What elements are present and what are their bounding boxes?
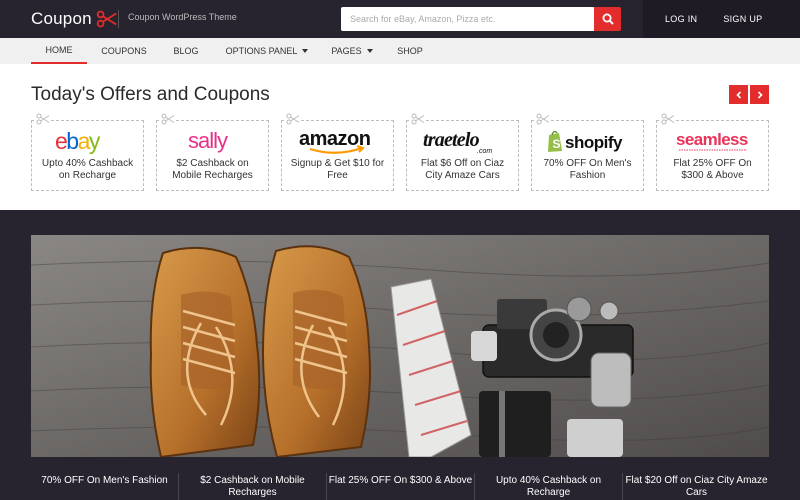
svg-text:shopify: shopify: [565, 133, 623, 152]
strip-offer[interactable]: Upto 40% Cashback on Recharge: [475, 471, 622, 500]
sally-logo: sally: [157, 125, 268, 157]
svg-text:seamless: seamless: [676, 130, 748, 149]
chevron-right-icon: [757, 90, 763, 99]
hero-banner-image: [31, 235, 769, 457]
nav-blog[interactable]: BLOG: [166, 38, 206, 64]
coupon-card[interactable]: S shopify 70% OFF On Men's Fashion: [531, 113, 644, 191]
svg-text:S: S: [552, 137, 560, 151]
section-title: Today's Offers and Coupons: [31, 84, 270, 105]
ebay-logo: ebay: [32, 125, 143, 157]
svg-text:.com: .com: [477, 148, 492, 155]
coupon-card[interactable]: seamless Flat 25% OFF On $300 & Above: [656, 113, 769, 191]
nav-options-panel[interactable]: OPTIONS PANEL: [222, 38, 312, 64]
shopify-logo: S shopify: [532, 125, 643, 157]
nav-pages[interactable]: PAGES: [326, 38, 378, 64]
caret-down-icon: [366, 49, 373, 53]
header-divider: [118, 10, 119, 28]
offer-text: Flat 25% OFF On $300 & Above: [673, 158, 752, 181]
svg-text:ebay: ebay: [55, 128, 101, 154]
strip-offer[interactable]: $2 Cashback on Mobile Recharges: [179, 471, 326, 500]
hero-illustration: [31, 235, 769, 457]
caret-down-icon: [302, 49, 309, 53]
coupon-card[interactable]: ebay Upto 40% Cashback on Recharge: [31, 113, 144, 191]
amazon-logo: amazon: [282, 125, 393, 157]
offer-text: Signup & Get $10 for Free: [290, 158, 385, 181]
strip-offer[interactable]: Flat 25% OFF On $300 & Above: [327, 471, 474, 500]
offer-text: Upto 40% Cashback on Recharge: [41, 158, 134, 181]
coupon-card[interactable]: amazon Signup & Get $10 for Free: [281, 113, 394, 191]
scissors-icon: [286, 113, 300, 125]
nav-label: PAGES: [331, 46, 362, 56]
featured-offers-strip: 70% OFF On Men's Fashion $2 Cashback on …: [31, 471, 769, 500]
search-icon: [602, 13, 614, 25]
nav-coupons[interactable]: COUPONS: [94, 38, 154, 64]
nav-home[interactable]: HOME: [31, 38, 87, 64]
seamless-logo: seamless: [657, 125, 768, 157]
scissors-icon: [661, 113, 675, 125]
scissors-icon: [161, 113, 175, 125]
search-button[interactable]: [594, 7, 621, 31]
scissors-icon: [36, 113, 50, 125]
login-link[interactable]: LOG IN: [665, 14, 697, 24]
offers-section: Today's Offers and Coupons ebay Upto 40%…: [0, 64, 800, 210]
auth-links: LOG IN SIGN UP: [643, 0, 800, 38]
scissors-icon: [96, 10, 117, 28]
search-input[interactable]: [341, 7, 594, 31]
nav-label: BLOG: [173, 46, 199, 56]
nav-label: COUPONS: [101, 46, 147, 56]
traetelo-logo: traetelo .com: [407, 125, 518, 157]
svg-text:traetelo: traetelo: [423, 129, 480, 151]
nav-label: HOME: [45, 45, 73, 55]
nav-label: SHOP: [397, 46, 423, 56]
strip-offer[interactable]: Flat $20 Off on Ciaz City Amaze Cars: [623, 471, 770, 500]
logo-text: Coupon: [31, 9, 92, 28]
svg-text:sally: sally: [188, 128, 228, 153]
offer-text: $2 Cashback on Mobile Recharges: [172, 158, 253, 181]
site-logo[interactable]: Coupon: [31, 8, 118, 30]
offer-text: Flat $6 Off on Ciaz City Amaze Cars: [420, 158, 505, 181]
scissors-icon: [411, 113, 425, 125]
scissors-icon: [536, 113, 550, 125]
coupon-card[interactable]: sally $2 Cashback on Mobile Recharges: [156, 113, 269, 191]
next-button[interactable]: [750, 85, 769, 104]
nav-label: OPTIONS PANEL: [225, 46, 298, 56]
site-tagline: Coupon WordPress Theme: [128, 12, 237, 22]
chevron-left-icon: [735, 90, 741, 99]
coupon-card[interactable]: traetelo .com Flat $6 Off on Ciaz City A…: [406, 113, 519, 191]
signup-link[interactable]: SIGN UP: [723, 14, 762, 24]
prev-button[interactable]: [729, 85, 748, 104]
top-header: Coupon Coupon WordPress Theme LOG IN SIG…: [0, 0, 800, 38]
strip-offer[interactable]: 70% OFF On Men's Fashion: [31, 471, 178, 500]
nav-shop[interactable]: SHOP: [390, 38, 430, 64]
main-nav: HOME COUPONS BLOG OPTIONS PANEL PAGES SH…: [0, 38, 800, 64]
offer-text: 70% OFF On Men's Fashion: [543, 158, 632, 181]
